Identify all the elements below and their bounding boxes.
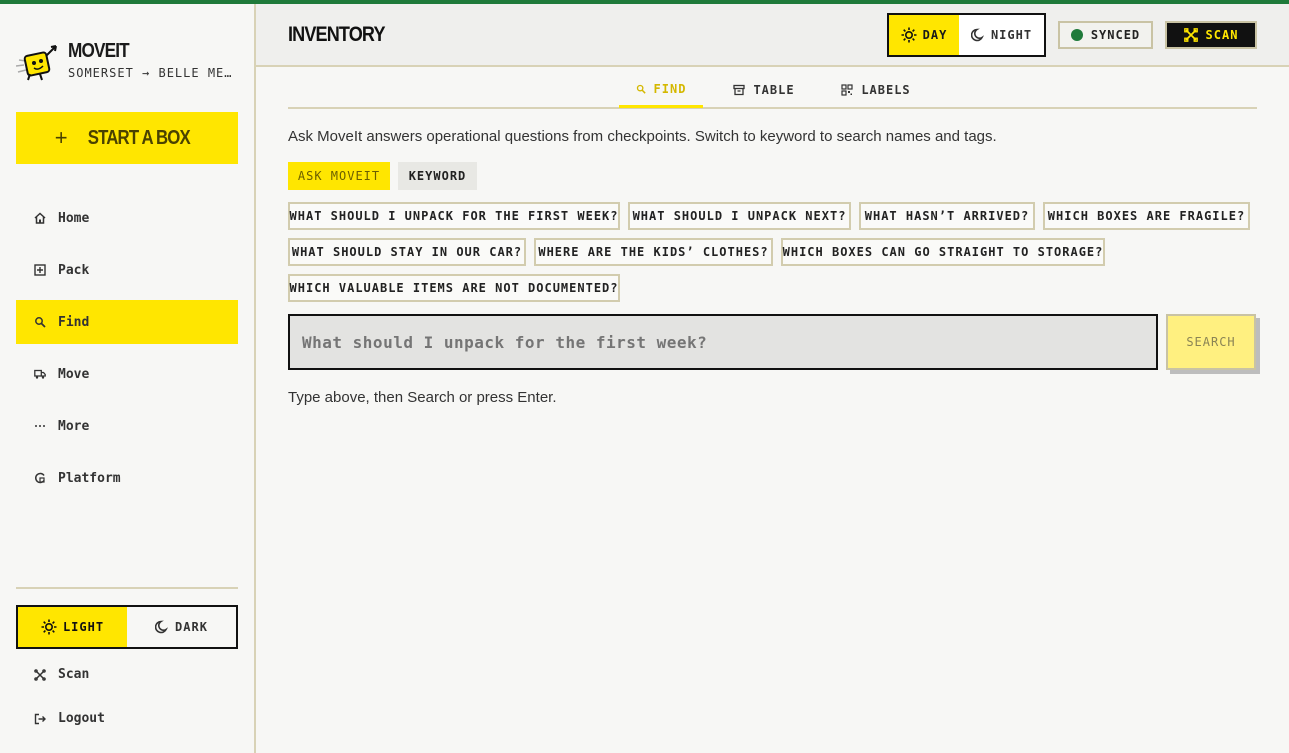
scan-icon <box>34 668 46 681</box>
search-icon <box>34 316 46 328</box>
scan-icon <box>1183 28 1198 42</box>
ask-search-input[interactable] <box>288 314 1158 370</box>
truck-icon <box>34 368 46 380</box>
sidebar-item-more[interactable]: More <box>16 404 238 448</box>
sync-status-badge: SYNCED <box>1058 21 1153 49</box>
sidebar-item-move[interactable]: Move <box>16 352 238 396</box>
light-theme-label: LIGHT <box>62 620 105 634</box>
sidebar-item-label: More <box>58 418 90 434</box>
tab-table[interactable]: TABLE <box>728 72 800 108</box>
sidebar-item-pack[interactable]: Pack <box>16 248 238 292</box>
sync-status-dot-icon <box>1070 29 1083 41</box>
logout-link[interactable]: Logout <box>34 711 105 726</box>
pack-icon <box>34 264 46 276</box>
sidebar-item-label: Find <box>58 314 90 330</box>
moveit-mascot-logo <box>16 45 57 81</box>
tab-label: FIND <box>653 81 687 96</box>
light-theme-option[interactable]: LIGHT <box>18 607 127 647</box>
scan-button[interactable]: SCAN <box>1165 21 1257 49</box>
suggestion-chip[interactable]: WHICH BOXES ARE FRAGILE? <box>1043 202 1250 230</box>
tab-labels[interactable]: LABELS <box>836 72 916 108</box>
moon-icon <box>155 620 169 634</box>
sidebar-scan-label: Scan <box>58 667 90 682</box>
tab-label: LABELS <box>861 83 911 97</box>
brand-name: MOVEIT <box>68 40 130 62</box>
search-icon <box>636 84 646 94</box>
suggestion-chip[interactable]: WHICH VALUABLE ITEMS ARE NOT DOCUMENTED? <box>288 274 620 302</box>
suggestion-chip[interactable]: WHAT SHOULD I UNPACK NEXT? <box>628 202 851 230</box>
sidebar-item-platform[interactable]: Platform <box>16 456 238 500</box>
brand: MOVEIT SOMERSET → BELLE ME… <box>16 40 246 90</box>
qr-icon <box>841 84 853 96</box>
suggestion-chip[interactable]: WHERE ARE THE KIDS’ CLOTHES? <box>534 238 773 266</box>
moon-icon <box>970 28 984 42</box>
sidebar-item-label: Move <box>58 366 90 382</box>
start-a-box-label: START A BOX <box>87 126 190 149</box>
suggestion-chip[interactable]: WHAT SHOULD STAY IN OUR CAR? <box>288 238 526 266</box>
scan-button-label: SCAN <box>1205 28 1239 42</box>
dark-theme-label: DARK <box>175 620 208 634</box>
keyword-mode-button[interactable]: KEYWORD <box>398 162 477 190</box>
sidebar-item-label: Platform <box>58 470 121 486</box>
suggestion-chip[interactable]: WHAT HASN’T ARRIVED? <box>859 202 1035 230</box>
platform-icon <box>34 472 46 484</box>
dark-theme-option[interactable]: DARK <box>127 607 236 647</box>
sidebar: MOVEIT SOMERSET → BELLE ME… + START A BO… <box>0 4 256 753</box>
page-title: INVENTORY <box>288 23 385 46</box>
night-option[interactable]: NIGHT <box>959 15 1044 55</box>
ask-moveit-mode-button[interactable]: ASK MOVEIT <box>288 162 390 190</box>
find-intro-text: Ask MoveIt answers operational questions… <box>288 128 997 145</box>
suggestion-chip[interactable]: WHAT SHOULD I UNPACK FOR THE FIRST WEEK? <box>288 202 620 230</box>
home-icon <box>34 212 46 224</box>
page-header: INVENTORY DAY NIGHT SYNCED SCAN <box>256 4 1289 67</box>
sidebar-item-find[interactable]: Find <box>16 300 238 344</box>
tab-label: TABLE <box>753 83 795 97</box>
sync-status-label: SYNCED <box>1090 28 1141 42</box>
theme-toggle: LIGHT DARK <box>16 605 238 649</box>
day-option[interactable]: DAY <box>889 15 959 55</box>
logout-label: Logout <box>58 711 105 726</box>
suggestion-chip[interactable]: WHICH BOXES CAN GO STRAIGHT TO STORAGE? <box>781 238 1105 266</box>
sidebar-divider <box>16 587 238 589</box>
day-night-toggle: DAY NIGHT <box>887 13 1046 57</box>
sidebar-item-label: Pack <box>58 262 90 278</box>
brand-route: SOMERSET → BELLE ME… <box>68 66 233 80</box>
tab-find[interactable]: FIND <box>619 72 703 108</box>
sun-icon <box>901 27 917 43</box>
start-a-box-button[interactable]: + START A BOX <box>16 112 238 164</box>
sidebar-item-label: Home <box>58 210 90 226</box>
sidebar-scan-link[interactable]: Scan <box>34 667 89 682</box>
archive-icon <box>733 84 746 96</box>
plus-icon: + <box>54 125 68 150</box>
sun-icon <box>41 619 57 635</box>
search-hint-text: Type above, then Search or press Enter. <box>288 389 557 406</box>
inventory-tabs: FIND TABLE LABELS <box>288 72 1257 109</box>
day-label: DAY <box>922 28 948 42</box>
search-button[interactable]: SEARCH <box>1166 314 1256 370</box>
night-label: NIGHT <box>990 28 1033 42</box>
sidebar-item-home[interactable]: Home <box>16 196 238 240</box>
logout-icon <box>34 713 46 724</box>
sidebar-nav: Home Pack Find Move More Platform <box>16 196 238 508</box>
ellipsis-icon <box>34 420 46 432</box>
